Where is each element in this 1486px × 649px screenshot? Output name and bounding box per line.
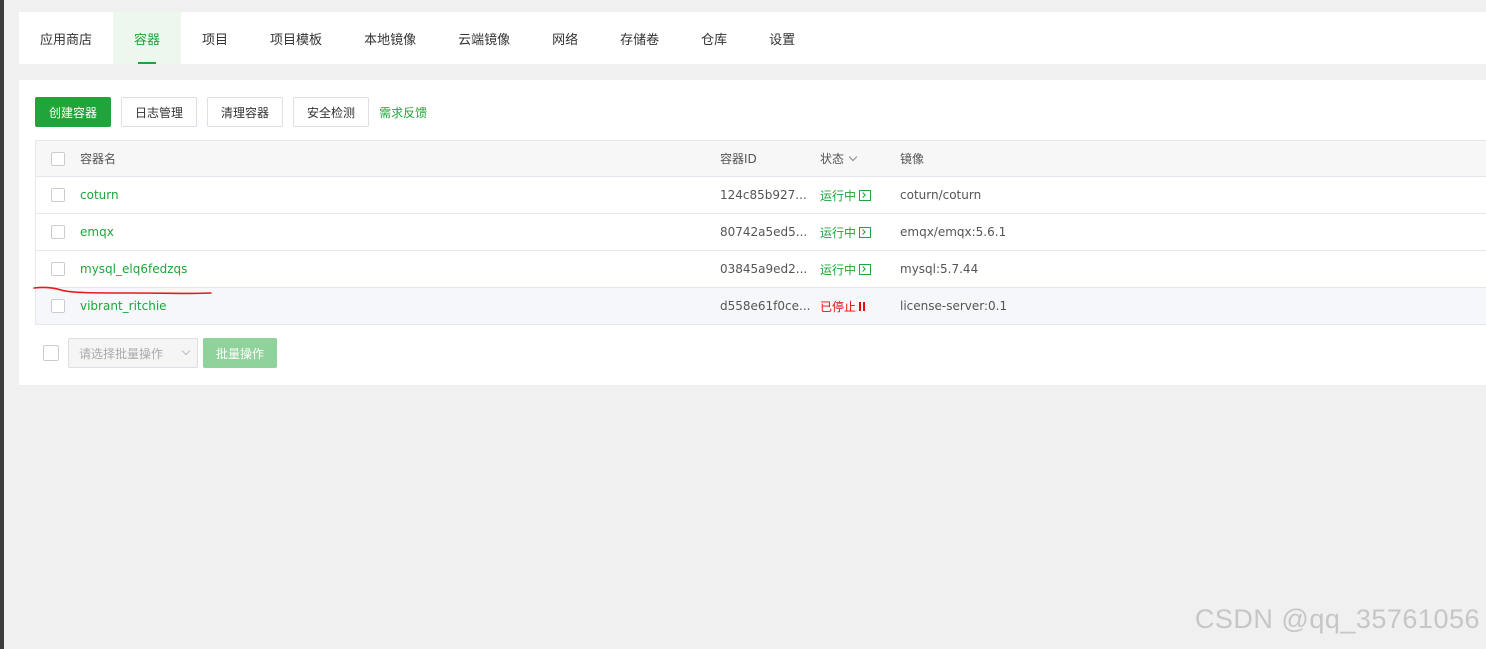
- status-text: 运行中: [820, 262, 857, 277]
- header-status-label: 状态: [820, 152, 845, 166]
- terminal-icon[interactable]: [859, 226, 872, 238]
- container-image: coturn/coturn: [900, 188, 982, 202]
- tab-volumes[interactable]: 存储卷: [599, 12, 680, 64]
- status-cell[interactable]: 运行中: [820, 187, 900, 204]
- status-text: 运行中: [820, 225, 857, 240]
- batch-operation-button[interactable]: 批量操作: [203, 338, 278, 368]
- tab-registry[interactable]: 仓库: [680, 12, 748, 64]
- chevron-down-icon: [181, 346, 191, 356]
- clean-containers-button[interactable]: 清理容器: [207, 97, 284, 127]
- log-management-button[interactable]: 日志管理: [121, 97, 198, 127]
- tab-label: 本地镜像: [364, 32, 417, 48]
- tab-label: 仓库: [701, 32, 728, 48]
- batch-operation-select[interactable]: 请选择批量操作: [68, 338, 198, 368]
- table-row: mysql_elq6fedzqs 03845a9ed2... 运行中 mysql…: [36, 251, 1486, 288]
- row-checkbox[interactable]: [51, 188, 65, 202]
- header-image: 镜像: [900, 152, 925, 166]
- tab-label: 云端镜像: [458, 32, 511, 48]
- terminal-icon[interactable]: [859, 263, 872, 275]
- container-image: license-server:0.1: [900, 299, 1008, 313]
- row-checkbox[interactable]: [51, 262, 65, 276]
- container-image: emqx/emqx:5.6.1: [900, 225, 1007, 239]
- tab-label: 项目模板: [270, 32, 323, 48]
- chevron-down-icon: [848, 152, 858, 161]
- status-text: 运行中: [820, 188, 857, 203]
- header-id: 容器ID: [720, 152, 757, 166]
- tab-label: 项目: [202, 32, 229, 48]
- tab-containers[interactable]: 容器: [113, 12, 182, 64]
- tab-project-templates[interactable]: 项目模板: [249, 12, 343, 64]
- status-cell[interactable]: 运行中: [820, 224, 900, 241]
- container-id: 03845a9ed2...: [720, 262, 808, 276]
- container-name-link[interactable]: emqx: [80, 225, 114, 239]
- container-id: d558e61f0ce...: [720, 299, 811, 313]
- pause-icon[interactable]: [859, 301, 866, 311]
- table-header: 容器名 容器ID 状态 镜像: [36, 141, 1486, 177]
- container-image: mysql:5.7.44: [900, 262, 979, 276]
- tab-label: 应用商店: [40, 32, 93, 48]
- container-name-link[interactable]: vibrant_ritchie: [80, 299, 167, 313]
- container-name-link[interactable]: coturn: [80, 188, 119, 202]
- batch-select-all-checkbox[interactable]: [43, 345, 59, 361]
- container-name-link[interactable]: mysql_elq6fedzqs: [80, 262, 187, 276]
- table-row: vibrant_ritchie d558e61f0ce... 已停止 licen…: [36, 288, 1486, 325]
- select-all-checkbox[interactable]: [51, 151, 65, 166]
- toolbar: 创建容器 日志管理 清理容器 安全检测 需求反馈: [35, 97, 427, 127]
- table-row: coturn 124c85b927... 运行中 coturn/coturn: [36, 177, 1486, 214]
- status-cell[interactable]: 已停止: [820, 298, 900, 315]
- containers-table: 容器名 容器ID 状态 镜像 coturn 124c85b927... 运行中 …: [35, 140, 1486, 325]
- header-status[interactable]: 状态: [820, 150, 900, 167]
- tab-app-store[interactable]: 应用商店: [19, 12, 113, 64]
- containers-panel: 创建容器 日志管理 清理容器 安全检测 需求反馈 容器名 容器ID 状态 镜像 …: [19, 80, 1486, 385]
- status-text: 已停止: [820, 299, 857, 314]
- container-id: 124c85b927...: [720, 188, 807, 202]
- batch-select-placeholder: 请选择批量操作: [79, 346, 164, 361]
- tab-label: 存储卷: [620, 32, 660, 48]
- tab-label: 网络: [552, 32, 579, 48]
- batch-bar: 请选择批量操作 批量操作: [43, 338, 278, 368]
- tab-network[interactable]: 网络: [531, 12, 599, 64]
- table-row: emqx 80742a5ed5... 运行中 emqx/emqx:5.6.1: [36, 214, 1486, 251]
- watermark: CSDN @qq_35761056: [1194, 604, 1480, 634]
- window-edge: [0, 0, 4, 649]
- tab-label: 设置: [769, 32, 796, 48]
- create-container-button[interactable]: 创建容器: [35, 97, 112, 127]
- security-check-button[interactable]: 安全检测: [293, 97, 370, 127]
- tab-projects[interactable]: 项目: [181, 12, 249, 64]
- tab-label: 容器: [134, 32, 161, 48]
- row-checkbox[interactable]: [51, 299, 65, 313]
- tab-settings[interactable]: 设置: [748, 12, 816, 64]
- top-nav-tabs: 应用商店 容器 项目 项目模板 本地镜像 云端镜像 网络 存储卷 仓库 设置: [19, 12, 1486, 64]
- tab-cloud-images[interactable]: 云端镜像: [437, 12, 531, 64]
- header-name: 容器名: [80, 152, 117, 166]
- status-cell[interactable]: 运行中: [820, 261, 900, 278]
- red-underline-annotation: [33, 286, 212, 295]
- row-checkbox[interactable]: [51, 225, 65, 239]
- feedback-link[interactable]: 需求反馈: [379, 104, 427, 121]
- terminal-icon[interactable]: [859, 189, 872, 201]
- container-id: 80742a5ed5...: [720, 225, 808, 239]
- tab-local-images[interactable]: 本地镜像: [343, 12, 437, 64]
